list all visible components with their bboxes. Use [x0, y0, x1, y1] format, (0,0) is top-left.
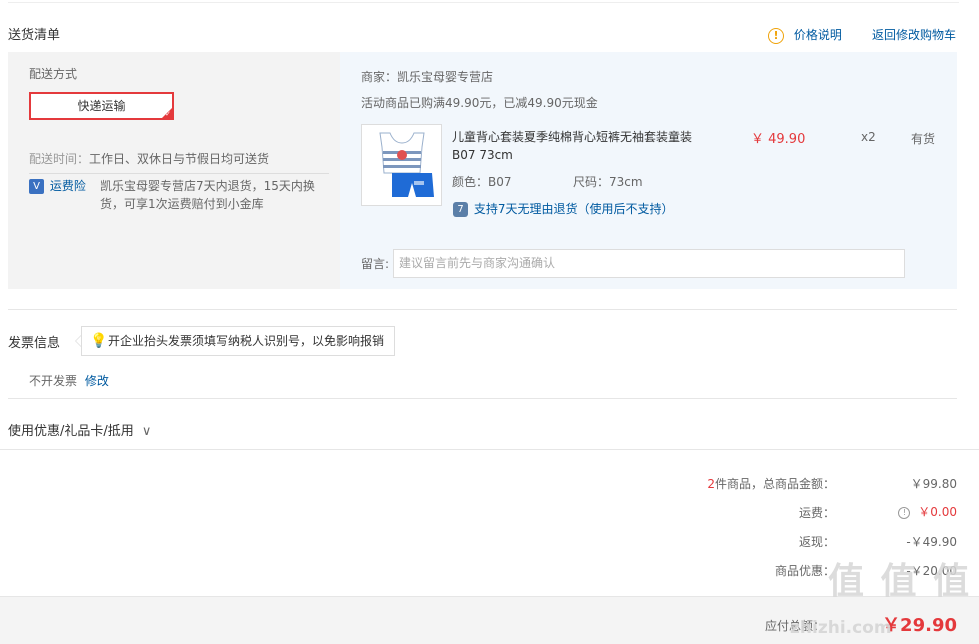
check-icon: ✓: [165, 110, 171, 118]
freight-info-icon[interactable]: !: [898, 506, 911, 519]
seven-day-return-icon: 7: [453, 202, 468, 217]
message-input[interactable]: 建议留言前先与商家沟通确认: [393, 249, 905, 278]
price-note-label: 价格说明: [793, 28, 842, 42]
invoice-title: 发票信息: [8, 336, 61, 351]
product-price: ￥ 49.90: [751, 132, 806, 147]
rebate-value: -￥49.90: [906, 535, 957, 549]
product-thumbnail[interactable]: [361, 124, 442, 206]
watermark-url: zhizhi.com: [790, 618, 892, 638]
price-note-link[interactable]: ! 价格说明: [768, 26, 842, 44]
items-total-label-row: 2件商品，总商品金额：: [680, 475, 835, 492]
merchant-name: 商家：凯乐宝母婴专营店: [361, 70, 494, 84]
items-total-label: 件商品，总商品金额：: [714, 477, 835, 491]
delivery-list-title: 送货清单: [8, 28, 61, 43]
delivery-time-value: 工作日、双休日与节假日均可送货: [89, 152, 270, 166]
stock-status: 有货: [911, 132, 936, 146]
product-color: 颜色：B07: [452, 175, 512, 189]
return-policy: 7 支持7天无理由退货（使用后不支持）: [453, 200, 673, 217]
lightbulb-icon: 💡: [90, 333, 108, 349]
chevron-down-icon: ∨: [141, 424, 152, 439]
back-to-cart-link[interactable]: 返回修改购物车: [872, 26, 956, 43]
coupons-toggle[interactable]: 使用优惠/礼品卡/抵用 ∨: [8, 420, 151, 439]
message-label: 留言:: [361, 257, 390, 271]
return-policy-label: 支持7天无理由退货（使用后不支持）: [473, 202, 674, 216]
product-image: [379, 132, 434, 197]
product-size: 尺码：73cm: [573, 175, 643, 189]
freight-insurance-toggle[interactable]: V 运费险: [29, 177, 86, 194]
product-title-line1: 儿童背心套装夏季纯棉背心短裤无袖套装童装: [452, 130, 693, 144]
freight-value: ￥0.00: [918, 505, 957, 519]
section-divider: [0, 449, 979, 450]
delivery-time: 配送时间：工作日、双休日与节假日均可送货: [29, 150, 269, 167]
insurance-description-line1: 凯乐宝母婴专营店7天内退货，15天内换: [100, 179, 315, 193]
insurance-shield-icon: V: [29, 179, 44, 194]
section-divider: [8, 309, 957, 310]
item-count: 2: [707, 477, 715, 491]
freight-label: 运费：: [798, 506, 835, 520]
insurance-description-line2: 货，可享1次运费赔付到小金库: [100, 197, 264, 211]
section-divider: [8, 398, 957, 399]
invoice-tip-text: 开企业抬头发票须填写纳税人识别号，以免影响报销: [108, 334, 385, 348]
watermark-logo: 值 值 值: [828, 561, 972, 602]
rebate-label: 返现：: [798, 535, 835, 549]
express-shipping-button[interactable]: 快递运输 ✓: [29, 92, 174, 120]
freight-insurance-label: 运费险: [49, 179, 86, 193]
coupons-title: 使用优惠/礼品卡/抵用: [8, 424, 134, 439]
product-title-line2: B07 73cm: [452, 148, 513, 162]
product-quantity: x2: [861, 130, 876, 144]
shipping-method-label: 配送方式: [29, 67, 78, 81]
discount-label: 商品优惠：: [774, 564, 835, 578]
insurance-description: 凯乐宝母婴专营店7天内退货，15天内换 货，可享1次运费赔付到小金库: [100, 177, 315, 213]
freight-value-row: ! ￥0.00: [860, 503, 957, 520]
top-divider: [8, 2, 959, 3]
express-shipping-label: 快递运输: [77, 99, 126, 113]
invoice-tip: 💡 开企业抬头发票须填写纳税人识别号，以免影响报销: [81, 326, 395, 356]
promotion-text: 活动商品已购满49.90元，已减49.90元现金: [361, 96, 598, 110]
invoice-status-row: 不开发票 修改: [29, 372, 109, 389]
invoice-edit-link[interactable]: 修改: [85, 374, 109, 388]
items-total-value: ￥99.80: [910, 477, 957, 491]
shipping-divider: [29, 173, 329, 174]
invoice-status: 不开发票: [29, 374, 78, 388]
product-title-link[interactable]: 儿童背心套装夏季纯棉背心短裤无袖套装童装 B07 73cm: [452, 128, 692, 164]
delivery-time-label: 配送时间：: [29, 152, 90, 166]
warning-info-icon: !: [768, 27, 784, 44]
